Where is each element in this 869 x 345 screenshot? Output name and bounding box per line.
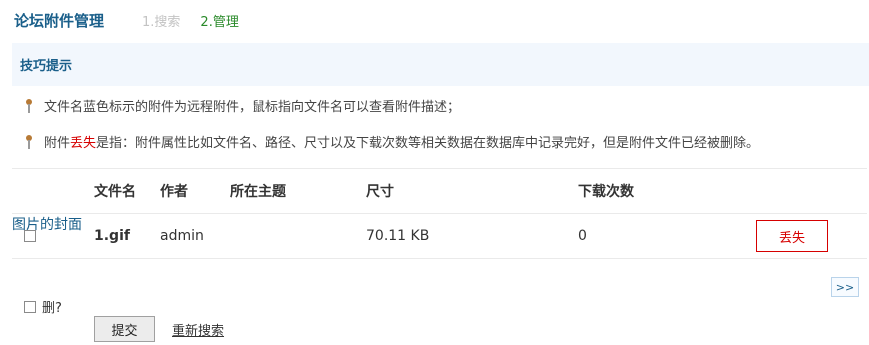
file-size: 70.11 KB (366, 228, 430, 244)
file-name[interactable]: 1.gif (94, 228, 130, 244)
step-manage[interactable]: 2.管理 (200, 11, 238, 30)
table-header: 文件名 作者 所在主题 尺寸 下载次数 (12, 168, 867, 214)
tip-item: 文件名蓝色标示的附件为远程附件，鼠标指向文件名可以查看附件描述； (22, 96, 460, 115)
table-row: 1.gif admin 图片的封面 70.11 KB 0 丢失 (12, 214, 867, 259)
delete-label: 删? (42, 301, 62, 316)
status-badge: 丢失 (756, 220, 828, 252)
step-search[interactable]: 1.搜索 (142, 11, 180, 30)
author: admin (160, 228, 204, 244)
tip-text-suffix: 是指：附件属性比如文件名、路径、尺寸以及下载次数等相关数据在数据库中记录完好，但… (96, 136, 760, 151)
page-header: 论坛附件管理 1.搜索 2.管理 (14, 8, 259, 32)
header-topic: 所在主题 (230, 184, 286, 200)
next-page-button[interactable]: >> (831, 277, 859, 297)
tip-text-prefix: 附件 (44, 136, 71, 151)
tip-lost-highlight: 丢失 (70, 136, 97, 151)
pin-icon (22, 133, 38, 151)
tip-item: 附件 丢失 是指：附件属性比如文件名、路径、尺寸以及下载次数等相关数据在数据库中记录… (22, 132, 759, 151)
tips-header: 技巧提示 (12, 43, 869, 86)
header-file-name: 文件名 (94, 184, 136, 200)
submit-button[interactable]: 提交 (94, 316, 155, 342)
header-author: 作者 (160, 184, 188, 200)
download-count: 0 (578, 228, 587, 244)
delete-option[interactable]: 删? (24, 297, 62, 316)
attachments-table: 文件名 作者 所在主题 尺寸 下载次数 1.gif admin 图片的封面 70… (12, 168, 867, 259)
tips-title: 技巧提示 (20, 59, 73, 74)
tip-text: 文件名蓝色标示的附件为远程附件，鼠标指向文件名可以查看附件描述； (44, 100, 461, 115)
checkbox-box[interactable] (24, 230, 36, 242)
pin-icon (22, 97, 38, 115)
research-link[interactable]: 重新搜索 (172, 320, 224, 339)
page-title: 论坛附件管理 (14, 11, 105, 30)
delete-checkbox[interactable] (24, 300, 36, 313)
header-size: 尺寸 (366, 184, 394, 200)
topic-link[interactable]: 图片的封面 (12, 217, 82, 233)
header-downloads: 下载次数 (578, 184, 634, 200)
